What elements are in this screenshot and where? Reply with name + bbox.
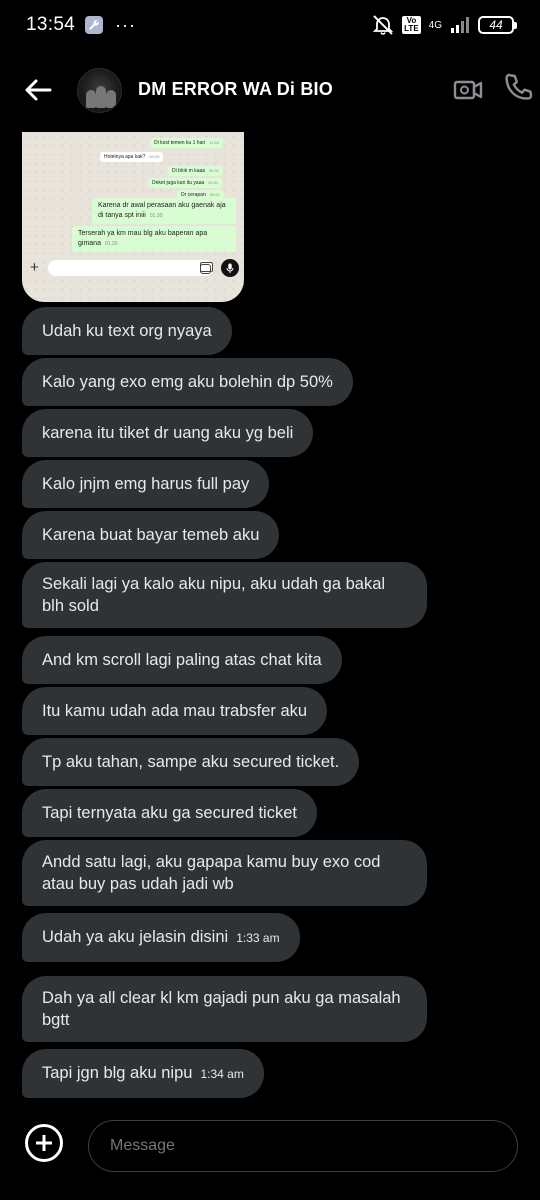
message-bubble[interactable]: Dah ya all clear kl km gajadi pun aku ga… <box>22 976 427 1042</box>
message-bubble[interactable]: karena itu tiket dr uang aku yg beli <box>22 409 314 457</box>
avatar[interactable] <box>77 68 122 113</box>
status-bar: 13:54 ··· Vo LTE 4G 44 <box>0 0 540 50</box>
message-bubble[interactable]: Tapi ternyata aku ga secured ticket <box>22 789 317 837</box>
signal-icon <box>451 17 469 33</box>
message-bubble[interactable]: Tp aku tahan, sampe aku secured ticket. <box>22 738 360 786</box>
wa-message: Di blok m kaaa 00.01 <box>168 166 224 176</box>
message-bubble[interactable]: Karena buat bayar temeb aku <box>22 511 280 559</box>
silent-bell-icon <box>372 15 394 35</box>
status-time: 13:54 <box>26 14 76 35</box>
chat-title[interactable]: DM ERROR WA Di BIO <box>138 79 333 100</box>
arrow-left-icon[interactable] <box>22 74 54 106</box>
phone-icon[interactable] <box>502 72 534 104</box>
status-left-icons: ··· <box>85 16 136 34</box>
wa-message: Di kost temen ku 1 hari 11.59 <box>150 138 223 148</box>
wa-composer: + <box>22 258 244 280</box>
message-bubble[interactable]: Kalo jnjm emg harus full pay <box>22 460 270 508</box>
message-timestamp: 1:34 am <box>200 1067 244 1081</box>
volte-badge: Vo LTE <box>402 16 421 34</box>
message-composer <box>0 1118 540 1178</box>
message-bubble[interactable]: And km scroll lagi paling atas chat kita <box>22 636 342 684</box>
message-bubble[interactable]: Tapi jgn blg aku nipu 1:34 am <box>22 1049 264 1098</box>
camera-icon <box>200 262 213 272</box>
video-call-icon[interactable] <box>453 76 483 104</box>
wa-message: Hotelnya apa kak? 00.00 <box>100 152 164 162</box>
chat-header: DM ERROR WA Di BIO <box>0 62 540 118</box>
overflow-dots-icon: ··· <box>115 15 137 35</box>
status-right-icons: Vo LTE 4G 44 <box>372 15 517 35</box>
message-bubble[interactable]: Kalo yang exo emg aku bolehin dp 50% <box>22 358 353 406</box>
message-bubble[interactable]: Udah ku text org nyaya <box>22 307 232 355</box>
wa-message: Karena dr awal perasaan aku gaenak aja d… <box>92 198 236 224</box>
wrench-icon <box>85 16 104 34</box>
plus-icon: + <box>30 259 39 276</box>
message-bubble[interactable]: Sekali lagi ya kalo aku nipu, aku udah g… <box>22 562 427 628</box>
wa-message: Deket juga kan itu yaaa 00.01 <box>148 178 223 188</box>
network-type: 4G <box>428 19 442 31</box>
message-bubble[interactable]: Andd satu lagi, aku gapapa kamu buy exo … <box>22 840 427 906</box>
message-bubble[interactable]: Itu kamu udah ada mau trabsfer aku <box>22 687 328 735</box>
message-timestamp: 1:33 am <box>236 931 280 945</box>
battery-icon: 44 <box>478 16 517 34</box>
shared-screenshot-image[interactable]: Di kost temen ku 1 hari 11.59 Hotelnya ap… <box>22 132 244 302</box>
plus-circle-icon[interactable] <box>25 1124 63 1162</box>
message-bubble[interactable]: Udah ya aku jelasin disini 1:33 am <box>22 913 300 962</box>
battery-level: 44 <box>489 18 503 32</box>
wa-input-field <box>48 260 213 276</box>
wa-message: Terserah ya km mau blg aku baperan apa g… <box>72 226 236 252</box>
mic-icon <box>221 259 239 277</box>
message-input[interactable] <box>88 1120 518 1172</box>
